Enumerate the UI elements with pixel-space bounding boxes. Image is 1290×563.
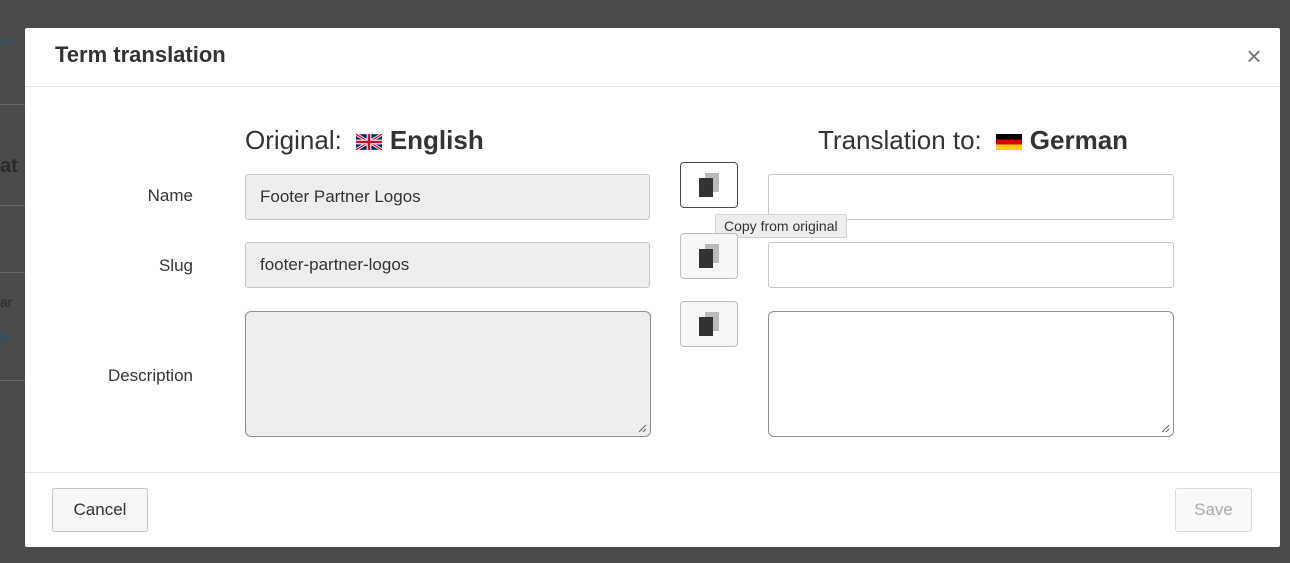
background-text: ar: [0, 294, 13, 310]
background-link[interactable]: je: [0, 328, 11, 344]
germany-flag-icon: [995, 133, 1022, 150]
uk-flag-icon: [355, 133, 382, 150]
copy-description-button[interactable]: [680, 301, 738, 347]
close-button[interactable]: ×: [1240, 42, 1268, 70]
dialog-footer: Cancel Save: [25, 472, 1280, 548]
original-prefix: Original:: [245, 125, 342, 155]
name-label: Name: [147, 186, 193, 205]
original-description-field: [245, 311, 651, 437]
dialog-body: Original: English Translation to: German…: [25, 87, 1280, 472]
copy-icon: [699, 244, 719, 268]
background-text: at: [0, 155, 18, 177]
background-text: oc: [0, 32, 15, 48]
close-icon: ×: [1246, 41, 1262, 71]
original-name-value: Footer Partner Logos: [260, 187, 421, 206]
copy-icon: [699, 312, 719, 336]
copy-icon: [699, 173, 719, 197]
original-heading: Original: English: [245, 125, 484, 156]
resize-grip-icon[interactable]: [1161, 424, 1170, 433]
description-label: Description: [107, 366, 193, 385]
original-slug-field: footer-partner-logos: [245, 242, 650, 288]
save-button[interactable]: Save: [1175, 488, 1252, 532]
slug-label: Slug: [158, 256, 193, 275]
copy-slug-button[interactable]: [680, 233, 738, 279]
original-language: English: [389, 125, 484, 155]
translation-description-input[interactable]: [768, 311, 1174, 437]
original-name-field: Footer Partner Logos: [245, 174, 650, 220]
dialog-header: Term translation ×: [25, 28, 1280, 87]
dialog-title: Term translation: [55, 42, 226, 67]
resize-grip-icon: [638, 424, 647, 433]
translation-prefix: Translation to:: [818, 125, 982, 155]
cancel-button[interactable]: Cancel: [52, 488, 148, 532]
original-slug-value: footer-partner-logos: [260, 255, 410, 274]
translation-language: German: [1029, 125, 1129, 155]
translation-heading: Translation to: German: [818, 125, 1128, 156]
translation-slug-input[interactable]: [768, 242, 1174, 288]
term-translation-dialog: Term translation × Original: English Tra…: [25, 28, 1280, 547]
copy-name-button[interactable]: [680, 162, 738, 208]
